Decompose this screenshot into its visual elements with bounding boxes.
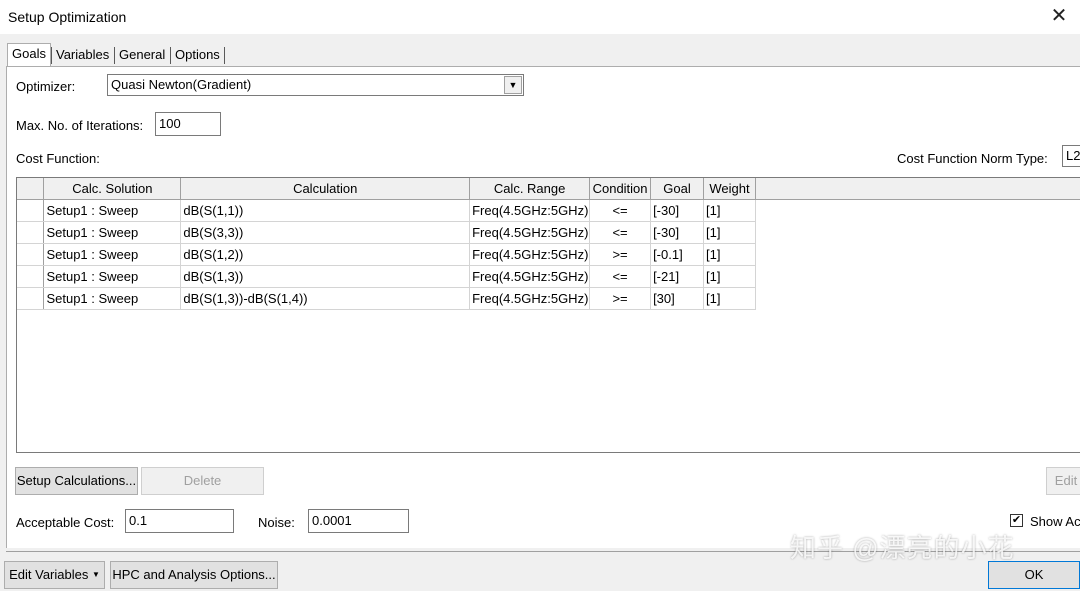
cell-weight[interactable]: [1] <box>703 265 756 288</box>
table-row[interactable]: Setup1 : Sweep dB(S(1,1)) Freq(4.5GHz:5G… <box>17 199 1080 222</box>
cell-goal[interactable]: [-30] <box>650 221 705 244</box>
cell-calculation[interactable]: dB(S(1,3))-dB(S(1,4)) <box>180 287 471 310</box>
cell-range[interactable]: Freq(4.5GHz:5GHz) <box>469 199 591 222</box>
cell-solution[interactable]: Setup1 : Sweep <box>43 287 182 310</box>
noise-label: Noise: <box>258 515 295 530</box>
show-all-checkbox[interactable]: ✔ <box>1010 514 1023 527</box>
caret-down-icon: ▼ <box>91 570 100 579</box>
column-header[interactable]: Weight <box>703 178 756 200</box>
cell-solution[interactable]: Setup1 : Sweep <box>43 221 182 244</box>
iterations-label: Max. No. of Iterations: <box>16 118 144 133</box>
show-all-label: Show Ac <box>1030 514 1080 529</box>
window-title: Setup Optimization <box>8 9 127 25</box>
cell-range[interactable]: Freq(4.5GHz:5GHz) <box>469 243 591 266</box>
table-row[interactable]: Setup1 : Sweep dB(S(1,2)) Freq(4.5GHz:5G… <box>17 243 1080 266</box>
norm-type-label: Cost Function Norm Type: <box>897 151 1048 166</box>
setup-calculations-button[interactable]: Setup Calculations... <box>15 467 138 495</box>
column-header-filler <box>755 178 1080 200</box>
cell-condition[interactable]: >= <box>589 287 652 310</box>
cell-weight[interactable]: [1] <box>703 221 756 244</box>
cell-filler <box>755 199 1080 221</box>
cell-goal[interactable]: [-0.1] <box>650 243 705 266</box>
column-header[interactable]: Calc. Solution <box>43 178 182 200</box>
cell-calculation[interactable]: dB(S(1,1)) <box>180 199 471 222</box>
chevron-down-icon[interactable]: ▼ <box>504 76 522 94</box>
tab-separator <box>170 47 171 64</box>
cell-solution[interactable]: Setup1 : Sweep <box>43 265 182 288</box>
tab-options[interactable]: Options <box>172 45 223 66</box>
table-row[interactable]: Setup1 : Sweep dB(S(3,3)) Freq(4.5GHz:5G… <box>17 221 1080 244</box>
optimizer-value: Quasi Newton(Gradient) <box>111 77 252 92</box>
edit-variables-label: Edit Variables <box>9 567 89 582</box>
table-row[interactable]: Setup1 : Sweep dB(S(1,3)) Freq(4.5GHz:5G… <box>17 265 1080 288</box>
table-row[interactable]: Setup1 : Sweep dB(S(1,3))-dB(S(1,4)) Fre… <box>17 287 1080 310</box>
cell-weight[interactable]: [1] <box>703 287 756 310</box>
cell-weight[interactable]: [1] <box>703 199 756 222</box>
goals-table[interactable]: Calc. Solution Calculation Calc. Range C… <box>16 177 1080 453</box>
row-header[interactable] <box>17 265 45 288</box>
cell-solution[interactable]: Setup1 : Sweep <box>43 199 182 222</box>
cell-range[interactable]: Freq(4.5GHz:5GHz) <box>469 221 591 244</box>
cost-function-label: Cost Function: <box>16 151 100 166</box>
cell-range[interactable]: Freq(4.5GHz:5GHz) <box>469 265 591 288</box>
edit-variables-button[interactable]: Edit Variables ▼ <box>4 561 105 589</box>
tab-general[interactable]: General <box>116 45 168 66</box>
title-bar: Setup Optimization ✕ <box>0 0 1080 34</box>
edit-button[interactable]: Edit <box>1046 467 1080 495</box>
tab-separator <box>51 47 52 64</box>
cell-calculation[interactable]: dB(S(3,3)) <box>180 221 471 244</box>
hpc-options-button[interactable]: HPC and Analysis Options... <box>110 561 278 589</box>
optimizer-label: Optimizer: <box>16 79 76 94</box>
iterations-input[interactable]: 100 <box>155 112 221 136</box>
cell-range[interactable]: Freq(4.5GHz:5GHz) <box>469 287 591 310</box>
cell-filler <box>755 287 1080 309</box>
row-header-corner <box>17 178 45 200</box>
cell-calculation[interactable]: dB(S(1,3)) <box>180 265 471 288</box>
column-header[interactable]: Calculation <box>180 178 471 200</box>
table-header-row: Calc. Solution Calculation Calc. Range C… <box>17 178 1080 200</box>
row-header[interactable] <box>17 287 45 310</box>
cell-weight[interactable]: [1] <box>703 243 756 266</box>
cell-goal[interactable]: [-21] <box>650 265 705 288</box>
cell-condition[interactable]: >= <box>589 243 652 266</box>
ok-button[interactable]: OK <box>988 561 1080 589</box>
tab-variables[interactable]: Variables <box>53 45 112 66</box>
optimizer-select[interactable]: Quasi Newton(Gradient) ▼ <box>107 74 524 96</box>
row-header[interactable] <box>17 243 45 266</box>
cell-goal[interactable]: [30] <box>650 287 705 310</box>
column-header[interactable]: Condition <box>589 178 652 200</box>
delete-button[interactable]: Delete <box>141 467 264 495</box>
goals-grid: Calc. Solution Calculation Calc. Range C… <box>17 178 1080 310</box>
watermark: 知乎 @漂亮的小花 <box>790 533 1015 563</box>
noise-input[interactable]: 0.0001 <box>308 509 409 533</box>
tab-goals[interactable]: Goals <box>7 43 51 68</box>
cell-filler <box>755 243 1080 265</box>
column-header[interactable]: Calc. Range <box>469 178 591 200</box>
norm-type-select[interactable]: L2 <box>1062 145 1080 167</box>
row-header[interactable] <box>17 199 45 222</box>
tab-separator <box>224 47 225 64</box>
row-header[interactable] <box>17 221 45 244</box>
cell-goal[interactable]: [-30] <box>650 199 705 222</box>
cell-solution[interactable]: Setup1 : Sweep <box>43 243 182 266</box>
close-icon[interactable]: ✕ <box>1046 4 1072 28</box>
acceptable-cost-input[interactable]: 0.1 <box>125 509 234 533</box>
column-header[interactable]: Goal <box>650 178 705 200</box>
cell-filler <box>755 265 1080 287</box>
tab-separator <box>114 47 115 64</box>
acceptable-cost-label: Acceptable Cost: <box>16 515 115 530</box>
cell-condition[interactable]: <= <box>589 199 652 222</box>
cell-condition[interactable]: <= <box>589 265 652 288</box>
cell-filler <box>755 221 1080 243</box>
cell-calculation[interactable]: dB(S(1,2)) <box>180 243 471 266</box>
cell-condition[interactable]: <= <box>589 221 652 244</box>
